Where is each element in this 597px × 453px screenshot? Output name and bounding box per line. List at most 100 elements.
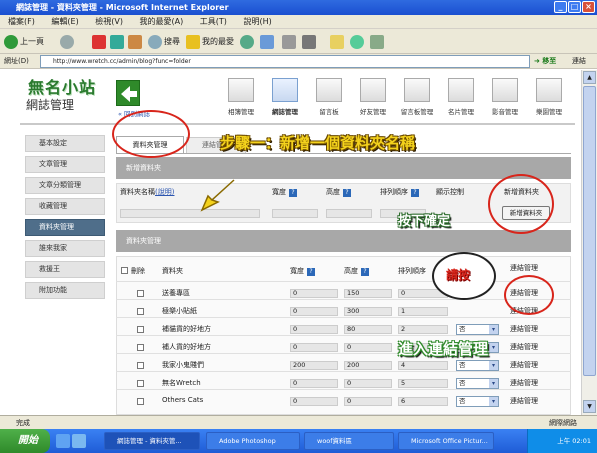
close-button[interactable]: × <box>582 1 595 13</box>
menu-file[interactable]: 檔案(F) <box>8 17 35 26</box>
row-delete-checkbox[interactable] <box>137 326 144 333</box>
history-button[interactable] <box>240 34 256 49</box>
sidebar-item-articles[interactable]: 文章管理 <box>25 156 105 173</box>
forward-button[interactable] <box>60 34 76 49</box>
edit-button[interactable] <box>302 34 318 49</box>
minimize-button[interactable]: _ <box>554 1 567 13</box>
menu-view[interactable]: 檢視(V) <box>95 17 123 26</box>
menu-favorites[interactable]: 我的最愛(A) <box>140 17 184 26</box>
row-delete-checkbox[interactable] <box>137 290 144 297</box>
vertical-scrollbar[interactable]: ▲ ▼ <box>581 70 597 415</box>
folder-name-help-link[interactable]: (說明) <box>155 188 174 196</box>
row-display-select[interactable]: 否 <box>456 396 499 407</box>
sidebar-item-basic[interactable]: 基本設定 <box>25 135 105 152</box>
task-folder[interactable]: woof資料區 <box>304 432 394 450</box>
row-link-management[interactable]: 連結管理 <box>510 342 538 352</box>
row-order-input[interactable]: 4 <box>398 361 448 370</box>
guestbook-nav-icon[interactable] <box>316 78 342 102</box>
card-nav-icon[interactable] <box>448 78 474 102</box>
select-all-checkbox[interactable] <box>121 267 128 274</box>
row-width-input[interactable]: 0 <box>290 379 338 388</box>
row-display-select[interactable]: 否 <box>456 360 499 371</box>
help-icon[interactable]: ? <box>361 268 369 276</box>
mail-button[interactable] <box>260 34 276 49</box>
scroll-thumb[interactable] <box>583 86 596 376</box>
row-delete-checkbox[interactable] <box>137 380 144 387</box>
row-height-input[interactable]: 0 <box>344 397 392 406</box>
site-logo[interactable]: 無名小站 <box>28 74 96 98</box>
menu-edit[interactable]: 編輯(E) <box>51 17 78 26</box>
refresh-button[interactable] <box>110 34 126 49</box>
back-to-blog-icon[interactable] <box>116 80 140 106</box>
tools-button[interactable] <box>370 34 386 49</box>
nav-label-guestbook[interactable]: 留言板 <box>309 106 349 116</box>
help-icon[interactable]: ? <box>343 189 351 197</box>
favorites-button[interactable]: 我的最愛 <box>186 34 234 49</box>
task-office-picture[interactable]: Microsoft Office Pictur... <box>398 432 494 450</box>
sidebar-item-favorites[interactable]: 收藏管理 <box>25 198 105 215</box>
print-button[interactable] <box>282 34 298 49</box>
row-delete-checkbox[interactable] <box>137 398 144 405</box>
nav-label-park[interactable]: 樂園管理 <box>529 106 569 116</box>
nav-label-guestbook-admin[interactable]: 留言板管理 <box>397 106 437 116</box>
park-nav-icon[interactable] <box>536 78 562 102</box>
nav-label-video[interactable]: 影音管理 <box>485 106 525 116</box>
new-height-input[interactable] <box>326 209 372 218</box>
row-width-input[interactable]: 0 <box>290 307 338 316</box>
start-button[interactable]: 開始 <box>0 429 50 453</box>
home-button[interactable] <box>128 34 144 49</box>
sidebar-item-rescue[interactable]: 救援王 <box>25 261 105 278</box>
row-delete-checkbox[interactable] <box>137 308 144 315</box>
album-nav-icon[interactable] <box>228 78 254 102</box>
row-width-input[interactable]: 200 <box>290 361 338 370</box>
messenger-button[interactable] <box>350 34 366 49</box>
desktop-quicklaunch-icon[interactable] <box>72 434 86 448</box>
sidebar-item-categories[interactable]: 文章分類管理 <box>25 177 105 194</box>
search-button[interactable]: 搜尋 <box>148 34 180 49</box>
nav-label-card[interactable]: 名片管理 <box>441 106 481 116</box>
row-delete-checkbox[interactable] <box>137 344 144 351</box>
row-height-input[interactable]: 80 <box>344 325 392 334</box>
scroll-up-icon[interactable]: ▲ <box>583 71 596 84</box>
guestbook-admin-nav-icon[interactable] <box>404 78 430 102</box>
row-delete-checkbox[interactable] <box>137 362 144 369</box>
row-link-management[interactable]: 連結管理 <box>510 396 538 406</box>
row-width-input[interactable]: 0 <box>290 289 338 298</box>
url-input[interactable]: http://www.wretch.cc/admin/blog?func=fol… <box>40 55 530 68</box>
row-height-input[interactable]: 300 <box>344 307 392 316</box>
row-link-management[interactable]: 連結管理 <box>510 378 538 388</box>
row-height-input[interactable]: 0 <box>344 379 392 388</box>
video-nav-icon[interactable] <box>492 78 518 102</box>
ie-quicklaunch-icon[interactable] <box>56 434 70 448</box>
friends-nav-icon[interactable] <box>360 78 386 102</box>
row-order-input[interactable]: 6 <box>398 397 448 406</box>
sidebar-item-visitors[interactable]: 誰來我家 <box>25 240 105 257</box>
menu-tools[interactable]: 工具(T) <box>200 17 227 26</box>
row-order-input[interactable]: 5 <box>398 379 448 388</box>
row-order-input[interactable]: 2 <box>398 325 448 334</box>
folder-button[interactable] <box>330 34 346 49</box>
row-display-select[interactable]: 否 <box>456 378 499 389</box>
nav-label-blog[interactable]: 網誌管理 <box>265 106 305 116</box>
row-width-input[interactable]: 0 <box>290 343 338 352</box>
new-folder-name-input[interactable] <box>120 209 260 218</box>
row-link-management[interactable]: 連結管理 <box>510 360 538 370</box>
nav-label-album[interactable]: 相簿管理 <box>221 106 261 116</box>
row-width-input[interactable]: 0 <box>290 397 338 406</box>
task-photoshop[interactable]: Adobe Photoshop <box>206 432 300 450</box>
stop-button[interactable] <box>92 34 108 49</box>
task-browser[interactable]: 網誌管理 - 資料夾管... <box>104 432 200 450</box>
row-link-management[interactable]: 連結管理 <box>510 324 538 334</box>
sidebar-item-folders[interactable]: 資料夾管理 <box>25 219 105 236</box>
row-height-input[interactable]: 0 <box>344 343 392 352</box>
go-button[interactable]: ➜ 移至 <box>534 54 556 69</box>
menu-help[interactable]: 說明(H) <box>243 17 271 26</box>
maximize-button[interactable]: □ <box>568 1 581 13</box>
nav-label-friends[interactable]: 好友管理 <box>353 106 393 116</box>
help-icon[interactable]: ? <box>307 268 315 276</box>
help-icon[interactable]: ? <box>411 189 419 197</box>
row-order-input[interactable]: 1 <box>398 307 448 316</box>
scroll-down-icon[interactable]: ▼ <box>583 400 596 413</box>
sidebar-item-addons[interactable]: 附加功能 <box>25 282 105 299</box>
row-height-input[interactable]: 150 <box>344 289 392 298</box>
